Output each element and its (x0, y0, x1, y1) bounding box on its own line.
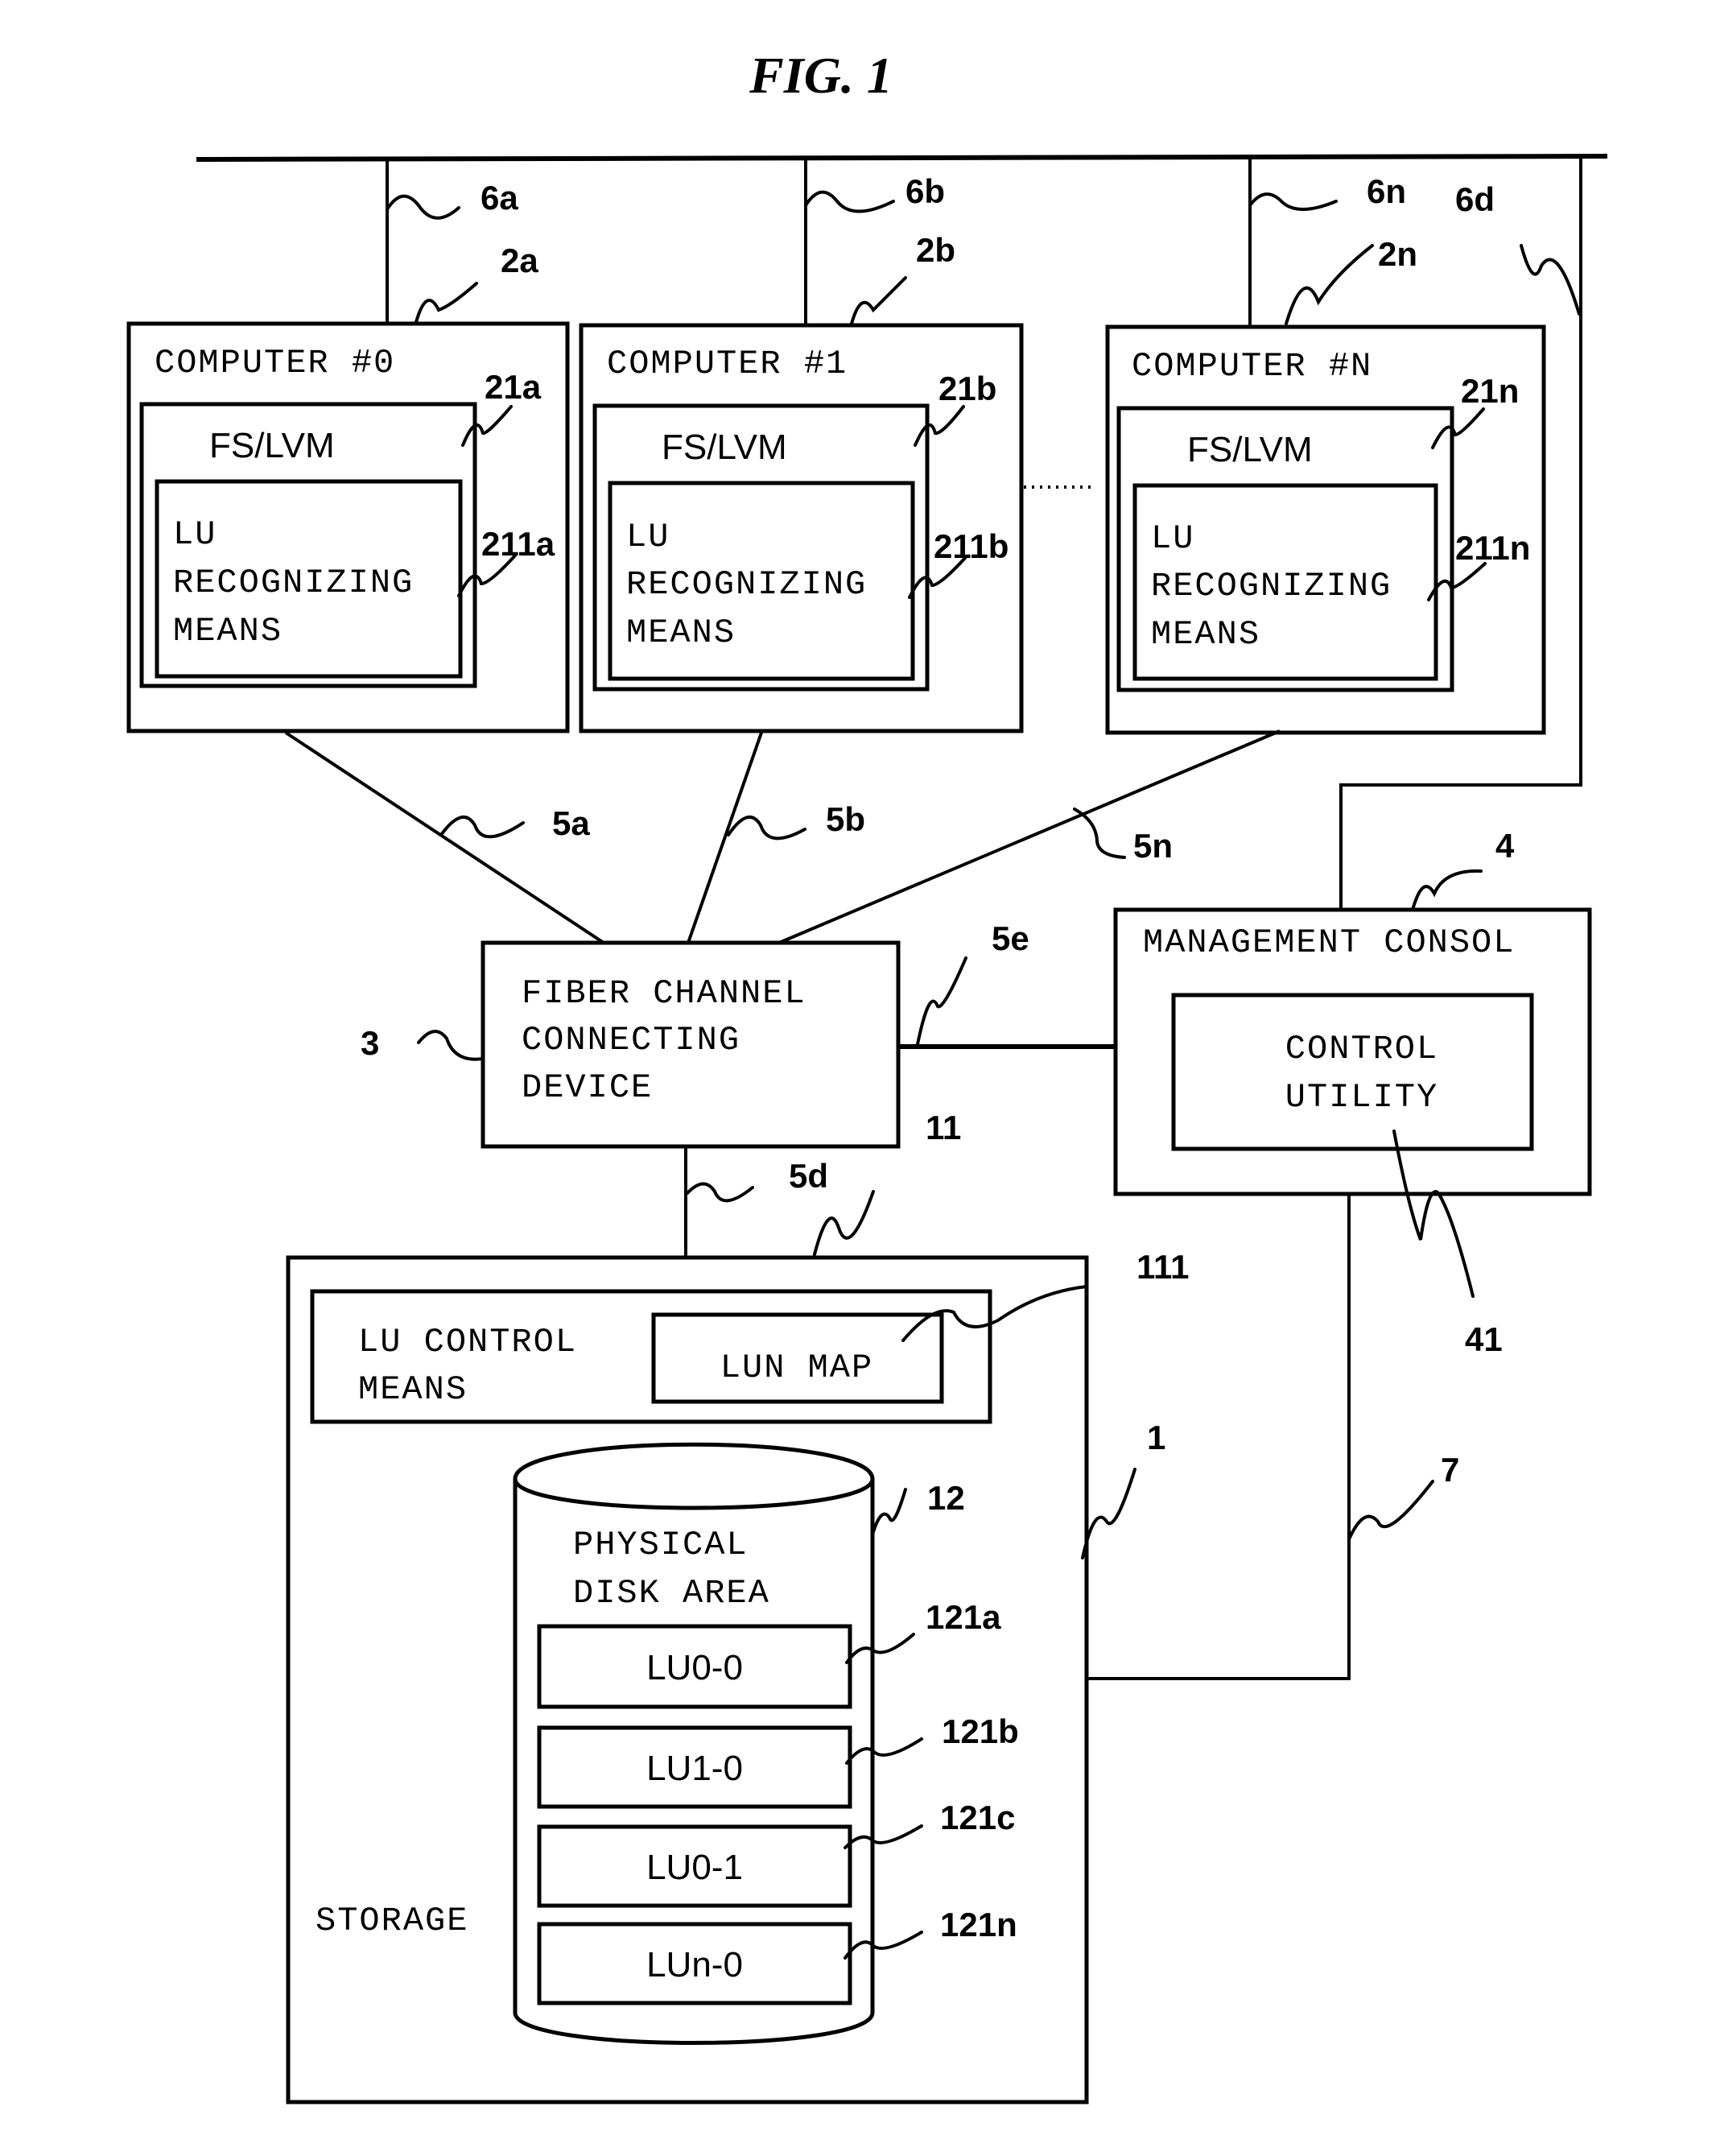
fiber-channel-line-1: FIBER CHANNEL (522, 974, 806, 1013)
lu-slot-1: LU1-0 (537, 1725, 852, 1809)
ref-leader-7 (1347, 1480, 1434, 1541)
lu-recognizing-1-line-2: RECOGNIZING (626, 565, 867, 604)
link-5b (687, 732, 763, 944)
fs-lvm-n-label: FS/LVM (1187, 430, 1313, 469)
ref-12: 12 (927, 1479, 965, 1517)
lu-recognizing-1-line-3: MEANS (626, 613, 736, 652)
ref-121a: 121a (926, 1598, 1001, 1636)
lu-recognizing-0-line-2: RECOGNIZING (173, 564, 414, 602)
lu-recognizing-1-line-1: LU (626, 518, 670, 556)
ref-6d: 6d (1455, 180, 1495, 218)
management-console: MANAGEMENT CONSOL CONTROL UTILITY (1113, 907, 1592, 1196)
ref-leader-11 (813, 1190, 875, 1256)
link-7 (1087, 1194, 1351, 1680)
fiber-channel-line-3: DEVICE (522, 1068, 653, 1107)
computer-1: COMPUTER #1 FS/LVM LU RECOGNIZING MEANS … (579, 323, 1024, 733)
ref-2n: 2n (1378, 235, 1417, 273)
ref-21b: 21b (938, 370, 996, 407)
ref-21a: 21a (485, 368, 542, 406)
lu-recognizing-0-line-1: LU (173, 515, 217, 554)
ref-121b: 121b (942, 1712, 1019, 1750)
ref-leader-2a (415, 282, 478, 324)
ref-1: 1 (1147, 1419, 1165, 1456)
lu-slot-0: LU0-0 (537, 1624, 852, 1709)
control-utility-line-1: CONTROL (1285, 1030, 1438, 1068)
fig1-diagram: FIG. 1 6a 6b 6n 6d 2a 2b 2n COMPUTER #0 … (126, 47, 1608, 2104)
ref-5n: 5n (1133, 827, 1173, 865)
fiber-channel-device: FIBER CHANNEL CONNECTING DEVICE (481, 940, 901, 1149)
ref-111: 111 (1136, 1248, 1189, 1286)
ref-4: 4 (1495, 827, 1515, 865)
ref-6n: 6n (1367, 172, 1406, 210)
ref-leader-6b (804, 190, 895, 213)
lu-slot-3-label: LUn-0 (646, 1945, 743, 1985)
computer-0-label: COMPUTER #0 (155, 344, 395, 382)
ref-leader-5e (916, 956, 967, 1046)
lu-recognizing-n-line-1: LU (1151, 519, 1194, 558)
lu-recognizing-n-line-2: RECOGNIZING (1151, 567, 1392, 605)
management-console-label: MANAGEMENT CONSOL (1143, 923, 1515, 962)
fs-lvm-0-label: FS/LVM (209, 426, 335, 465)
ref-11: 11 (926, 1109, 961, 1146)
fiber-channel-line-2: CONNECTING (522, 1021, 740, 1059)
network-bus (196, 154, 1608, 162)
computer-n-label: COMPUTER #N (1132, 347, 1372, 386)
ref-5b: 5b (826, 800, 865, 838)
ref-leader-6a (386, 194, 460, 220)
ref-3: 3 (361, 1024, 379, 1062)
ref-leader-6d (1520, 244, 1581, 316)
ref-5e: 5e (992, 919, 1029, 957)
ref-211a: 211a (481, 525, 555, 563)
control-utility-line-2: UTILITY (1285, 1078, 1438, 1117)
lu-control-line-2: MEANS (358, 1370, 468, 1409)
figure-title: FIG. 1 (749, 47, 893, 104)
lu-slot-2: LU0-1 (537, 1824, 852, 1908)
ref-leader-5a (439, 816, 525, 839)
ref-leader-2n (1285, 244, 1374, 325)
lu-recognizing-n-line-3: MEANS (1151, 615, 1260, 654)
lun-map-label: LUN MAP (720, 1349, 873, 1387)
ref-121c: 121c (940, 1799, 1015, 1836)
lu-slot-0-label: LU0-0 (646, 1648, 743, 1687)
lu-slot-1-label: LU1-0 (646, 1749, 743, 1788)
storage-label: STORAGE (316, 1902, 468, 1940)
ref-leader-4 (1411, 869, 1483, 911)
ref-5d: 5d (789, 1157, 828, 1195)
ref-6b: 6b (905, 172, 945, 210)
computer-n: COMPUTER #N FS/LVM LU RECOGNIZING MEANS … (1105, 324, 1546, 735)
ref-21n: 21n (1461, 372, 1519, 410)
ref-2a: 2a (501, 242, 538, 279)
fs-lvm-1-label: FS/LVM (662, 427, 787, 467)
ref-211b: 211b (934, 527, 1009, 565)
physical-disk-line-2: DISK AREA (573, 1574, 770, 1613)
computer-1-label: COMPUTER #1 (607, 345, 848, 383)
ref-121n: 121n (940, 1906, 1017, 1943)
physical-disk-line-1: PHYSICAL (573, 1526, 749, 1564)
lu-recognizing-0-line-3: MEANS (173, 612, 283, 651)
lu-slot-2-label: LU0-1 (646, 1848, 743, 1887)
lu-slot-3: LUn-0 (537, 1922, 852, 2005)
ref-leader-1 (1081, 1468, 1136, 1559)
ref-41: 41 (1465, 1320, 1503, 1358)
ref-5a: 5a (552, 804, 590, 842)
control-utility-box (1171, 993, 1534, 1151)
ref-leader-2b (850, 276, 907, 325)
ref-leader-5b (727, 815, 806, 841)
ref-6a: 6a (481, 179, 518, 217)
ref-2b: 2b (916, 231, 955, 269)
storage: STORAGE LU CONTROL MEANS LUN MAP PHYSICA… (286, 1255, 1089, 2104)
ref-leader-5d (686, 1182, 754, 1203)
lu-control-line-1: LU CONTROL (358, 1323, 577, 1361)
ref-leader-3 (417, 1030, 485, 1061)
ref-211n: 211n (1455, 529, 1530, 567)
computer-0: COMPUTER #0 FS/LVM LU RECOGNIZING MEANS … (126, 321, 570, 733)
ref-7: 7 (1441, 1451, 1459, 1489)
ref-leader-6n (1248, 192, 1338, 211)
